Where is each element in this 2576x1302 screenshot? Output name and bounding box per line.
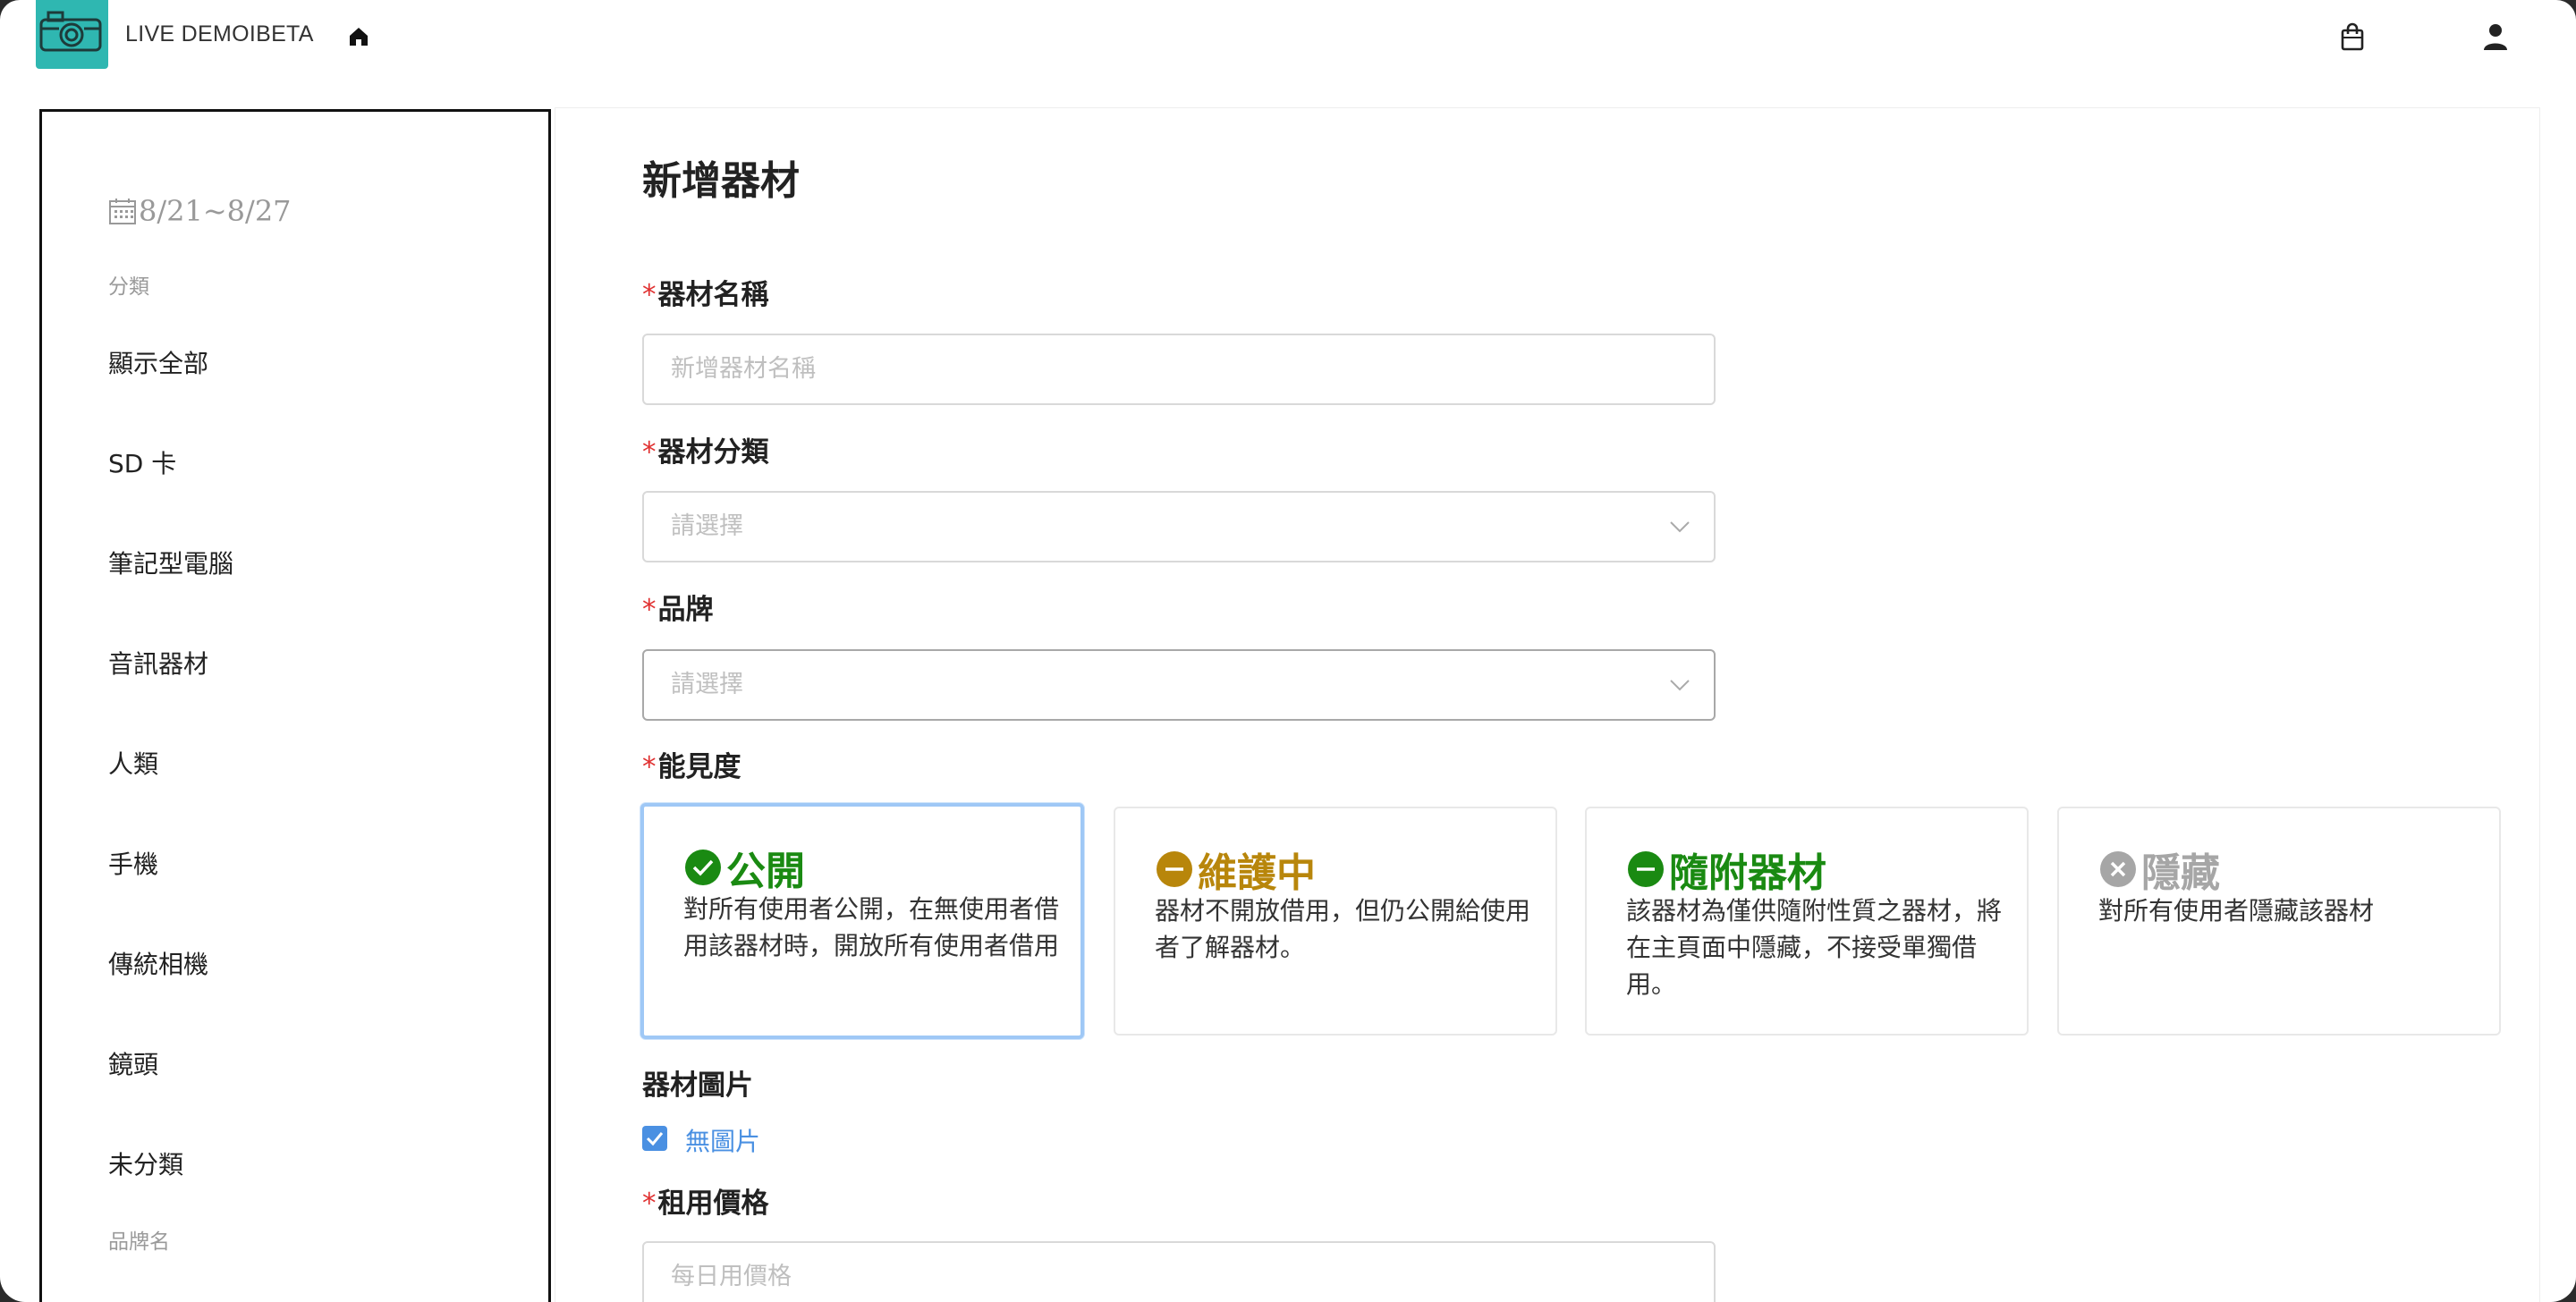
no-image-label[interactable]: 無圖片 [685,1122,760,1158]
image-label: 器材圖片 [642,1070,753,1102]
app-title[interactable]: LIVE DEMOIBETA [125,21,314,47]
name-input[interactable]: 新增器材名稱 [642,334,1716,405]
date-range-text: 8/21~8/27 [139,194,292,228]
visibility-label-text: 能見度 [657,751,741,783]
visibility-title: 維護中 [1155,841,1316,898]
sidebar-item-phone[interactable]: 手機 [108,845,158,881]
price-label: *租用價格 [642,1180,769,1221]
sidebar-item-film-camera[interactable]: 傳統相機 [108,945,208,981]
category-select[interactable]: 請選擇 [642,491,1716,562]
required-mark: * [642,279,657,311]
camera-logo-icon[interactable] [36,0,108,69]
brand-heading: 品牌名 [108,1230,170,1254]
sidebar-item-laptop[interactable]: 筆記型電腦 [108,545,233,580]
visibility-card-maintenance[interactable]: 維護中 器材不開放借用，但仍公開給使用者了解器材。 [1114,807,1557,1036]
visibility-description: 對所有使用者隱藏該器材 [2098,896,2375,926]
minus-circle-icon [1157,851,1192,887]
brand-label-text: 品牌 [657,594,714,626]
page-title: 新增器材 [642,158,800,204]
calendar-icon [109,199,136,224]
visibility-description: 該器材為僅供隨附性質之器材，將在主頁面中隱藏，不接受單獨借用。 [1626,896,2003,999]
shopping-bag-icon[interactable] [2338,21,2367,52]
required-mark: * [642,751,657,783]
visibility-description: 器材不開放借用，但仍公開給使用者了解器材。 [1155,896,1531,962]
price-input[interactable]: 每日用價格 [642,1241,1716,1302]
checkmark-icon [646,1132,664,1146]
sidebar-item-all[interactable]: 顯示全部 [108,344,208,380]
required-mark: * [642,436,657,469]
sidebar: 8/21~8/27 分類 顯示全部 SD 卡 筆記型電腦 音訊器材 人類 手機 … [39,109,551,1302]
price-label-text: 租用價格 [657,1188,769,1220]
chevron-down-icon [1670,680,1690,691]
sidebar-item-people[interactable]: 人類 [108,745,158,781]
visibility-title-text: 隱藏 [2141,850,2220,896]
no-image-checkbox[interactable] [642,1126,667,1151]
date-range[interactable]: 8/21~8/27 [108,194,292,228]
visibility-title-text: 維護中 [1198,850,1316,896]
category-heading: 分類 [108,275,149,299]
user-icon[interactable] [2481,21,2510,52]
visibility-card-hidden[interactable]: 隱藏 對所有使用者隱藏該器材 [2057,807,2501,1036]
visibility-title-text: 隨附器材 [1669,850,1826,896]
required-mark: * [642,594,657,626]
check-circle-icon [685,850,721,885]
brand-select[interactable]: 請選擇 [642,649,1716,721]
home-icon[interactable] [347,25,370,48]
category-label-text: 器材分類 [657,436,769,469]
category-label: *器材分類 [642,429,769,469]
name-label-text: 器材名稱 [657,279,769,311]
visibility-title-text: 公開 [726,849,805,894]
visibility-description: 對所有使用者公開，在無使用者借用該器材時，開放所有使用者借用 [683,894,1060,960]
required-mark: * [642,1188,657,1220]
sidebar-item-lens[interactable]: 鏡頭 [108,1045,158,1081]
visibility-card-public[interactable]: 公開 對所有使用者公開，在無使用者借用該器材時，開放所有使用者借用 [640,803,1084,1039]
visibility-title: 隱藏 [2098,841,2220,898]
sidebar-item-uncategorized[interactable]: 未分類 [108,1146,183,1181]
visibility-label: *能見度 [642,744,741,784]
visibility-title: 公開 [683,839,805,896]
category-select-placeholder: 請選擇 [671,512,743,540]
visibility-card-accessory[interactable]: 隨附器材 該器材為僅供隨附性質之器材，將在主頁面中隱藏，不接受單獨借用。 [1585,807,2029,1036]
visibility-title: 隨附器材 [1626,841,1826,898]
app-window: LIVE DEMOIBETA 8/21~8/27 分類 顯示全部 SD 卡 筆記… [0,0,2576,1302]
name-label: *器材名稱 [642,272,769,312]
brand-select-placeholder: 請選擇 [671,671,743,698]
sidebar-item-audio[interactable]: 音訊器材 [108,645,208,681]
minus-circle-icon [1628,851,1664,887]
sidebar-item-sd-card[interactable]: SD 卡 [108,444,176,480]
x-circle-icon [2100,851,2136,887]
brand-label: *品牌 [642,587,714,627]
chevron-down-icon [1670,521,1690,533]
